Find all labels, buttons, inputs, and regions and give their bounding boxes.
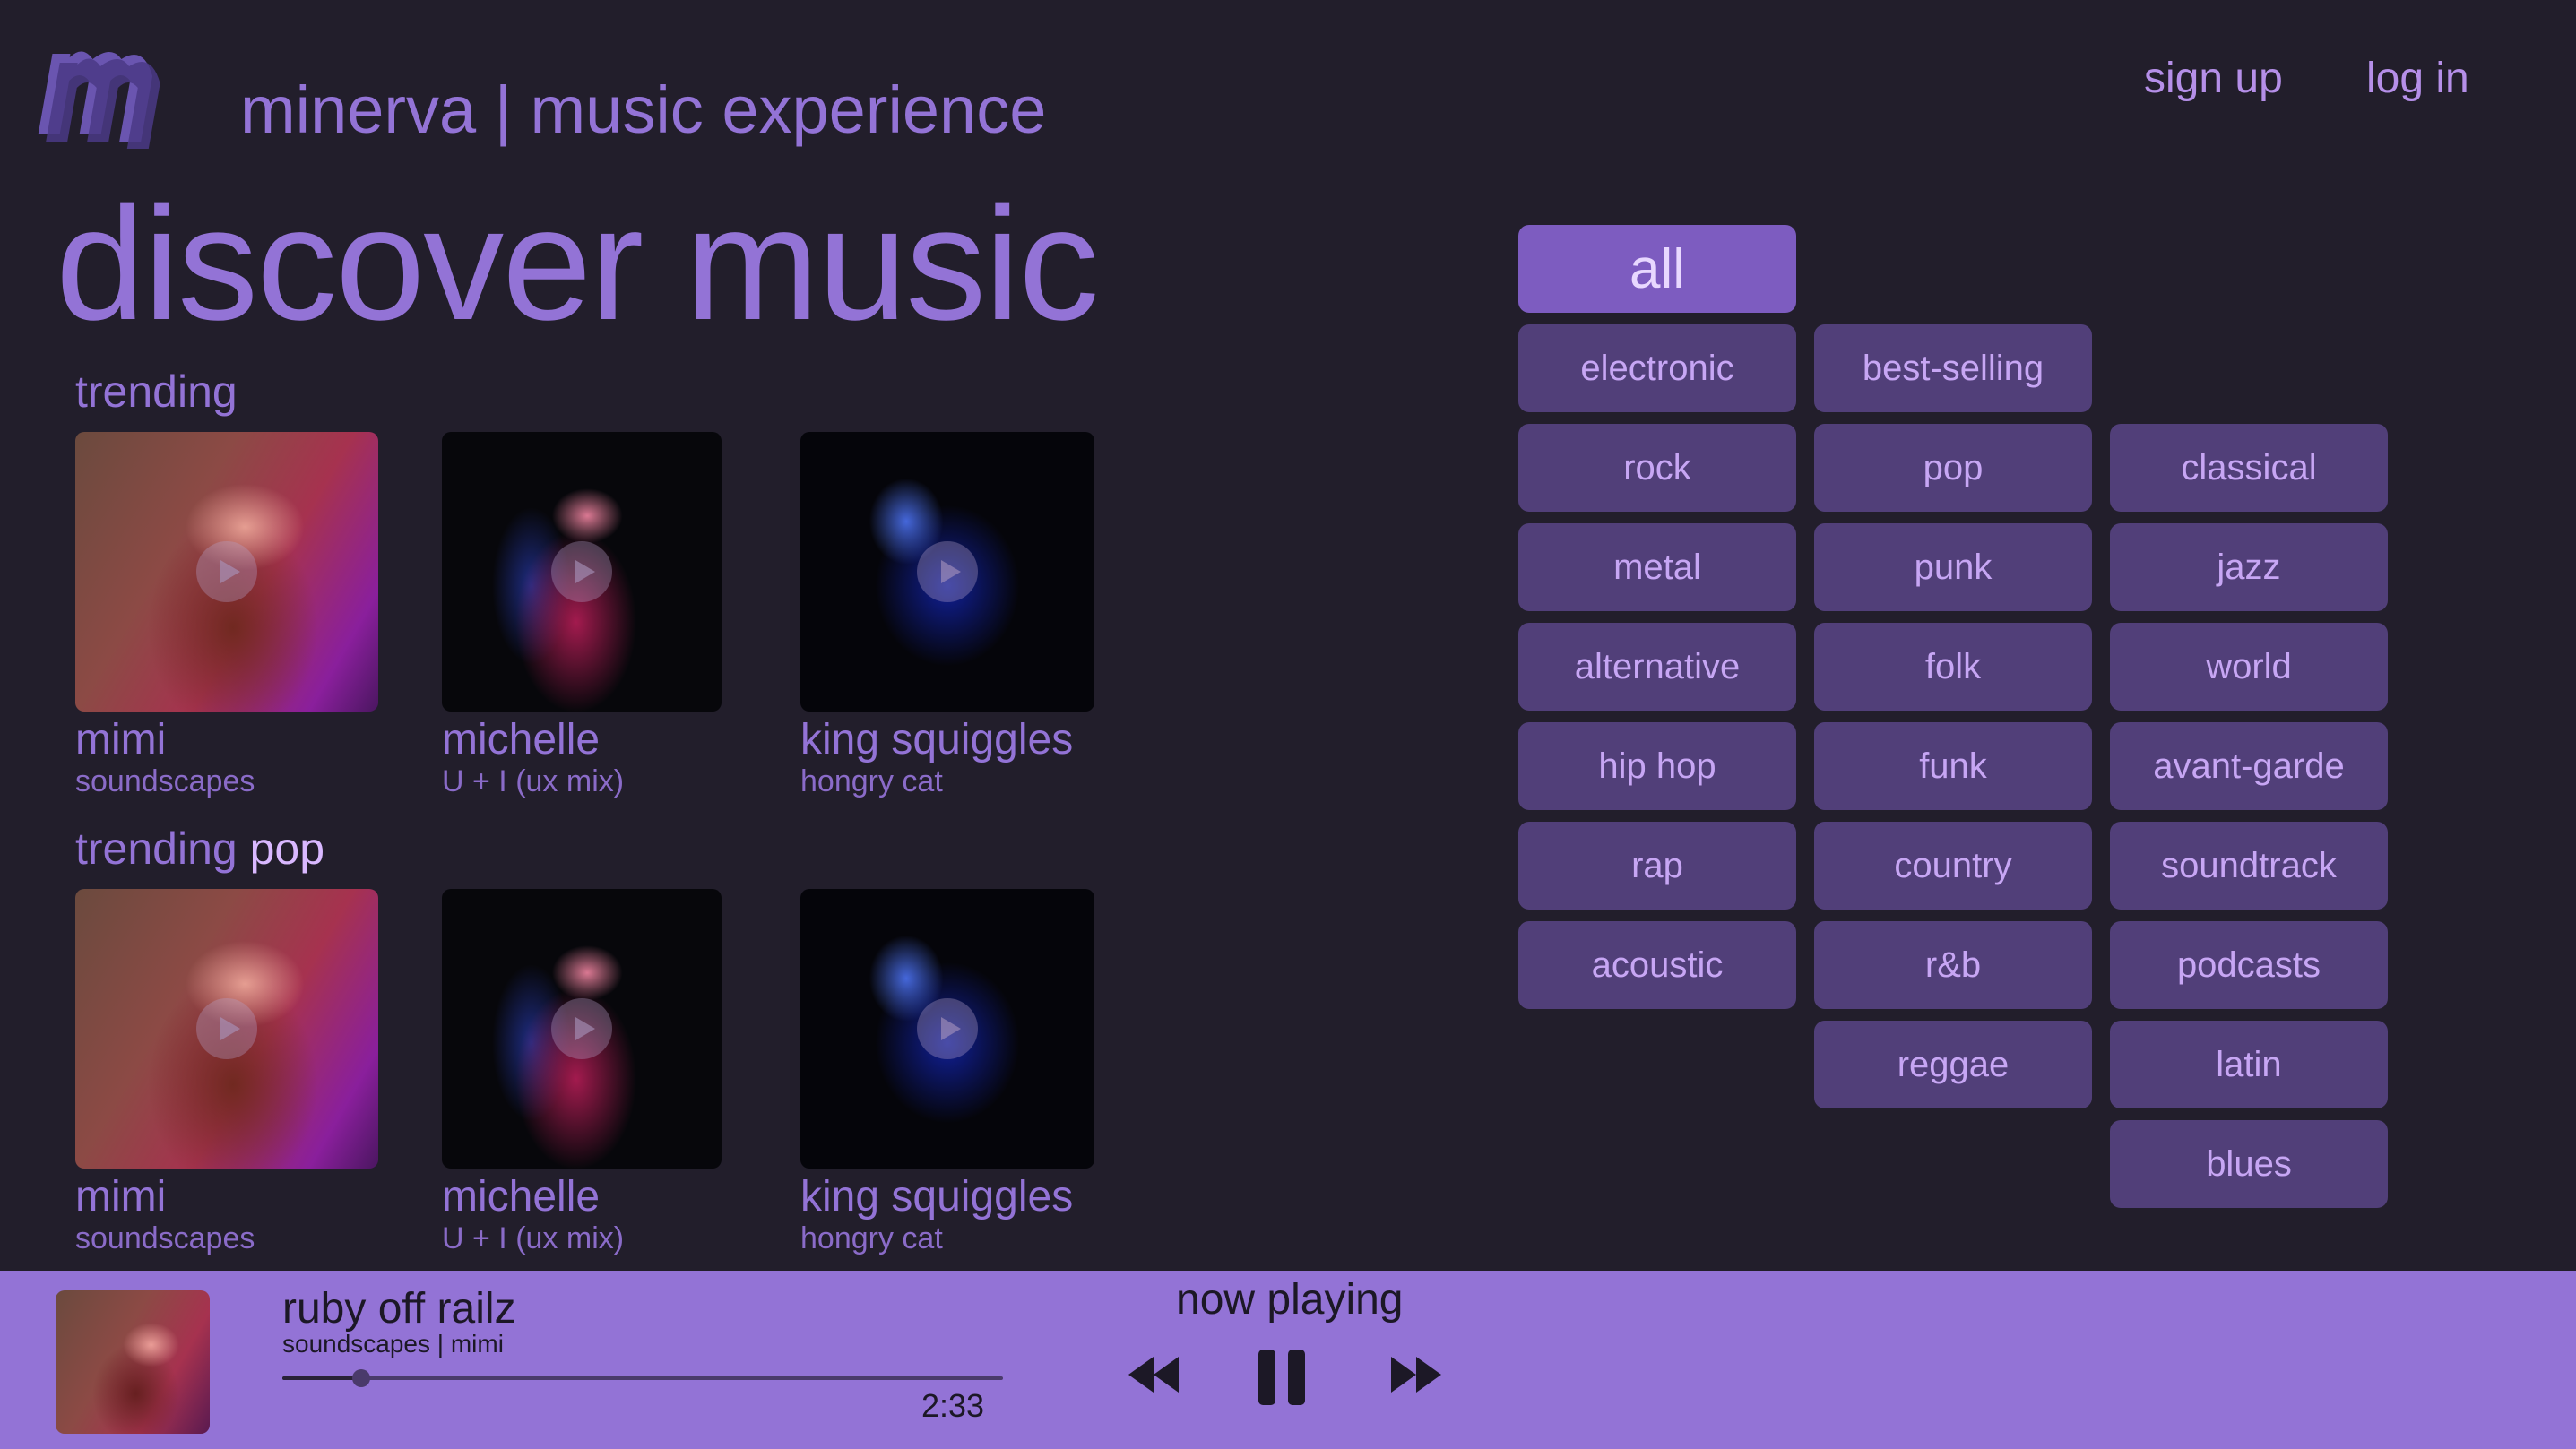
play-icon[interactable]: [196, 998, 257, 1059]
pause-icon[interactable]: [1257, 1348, 1307, 1407]
genre-button[interactable]: funk: [1814, 722, 2092, 810]
genre-button[interactable]: reggae: [1814, 1021, 2092, 1108]
album-card[interactable]: king squiggles hongry cat: [800, 432, 1105, 799]
album-card[interactable]: michelle U + I (ux mix): [442, 889, 747, 1256]
genre-button[interactable]: alternative: [1518, 623, 1796, 711]
genre-button[interactable]: blues: [2110, 1120, 2388, 1208]
card-artist: king squiggles: [800, 1173, 1074, 1220]
now-playing-cover[interactable]: [56, 1290, 210, 1434]
page: minerva | music experience sign up log i…: [0, 0, 2576, 1449]
play-icon[interactable]: [196, 541, 257, 602]
section-label-accent: pop: [249, 824, 325, 874]
genre-button[interactable]: avant-garde: [2110, 722, 2388, 810]
play-icon[interactable]: [551, 541, 612, 602]
genre-button[interactable]: rap: [1518, 822, 1796, 910]
genre-button[interactable]: hip hop: [1518, 722, 1796, 810]
fast-forward-icon[interactable]: [1387, 1353, 1445, 1396]
album-card[interactable]: mimi soundscapes: [75, 889, 380, 1256]
section-label: trending: [75, 824, 238, 874]
genre-button[interactable]: jazz: [2110, 523, 2388, 611]
genre-button[interactable]: country: [1814, 822, 2092, 910]
player-bar: ruby off railz soundscapes | mimi 2:33 n…: [0, 1271, 2576, 1449]
album-card[interactable]: king squiggles hongry cat: [800, 889, 1105, 1256]
genre-button[interactable]: best-selling: [1814, 324, 2092, 412]
log-in-link[interactable]: log in: [2366, 54, 2469, 103]
genre-button[interactable]: world: [2110, 623, 2388, 711]
rewind-icon[interactable]: [1125, 1353, 1182, 1396]
genre-button[interactable]: podcasts: [2110, 921, 2388, 1009]
card-artist: mimi: [75, 716, 167, 763]
card-artist: michelle: [442, 716, 601, 763]
brand-title: minerva | music experience: [240, 73, 1047, 147]
page-title: discover music: [56, 174, 1099, 354]
album-card[interactable]: michelle U + I (ux mix): [442, 432, 747, 799]
section-label: trending: [75, 367, 238, 417]
album-cover[interactable]: [75, 889, 378, 1169]
genre-button[interactable]: rock: [1518, 424, 1796, 512]
track-title: ruby off railz: [282, 1285, 516, 1333]
genre-button[interactable]: r&b: [1814, 921, 2092, 1009]
play-icon[interactable]: [917, 541, 978, 602]
minerva-logo-icon[interactable]: [38, 36, 190, 170]
album-card[interactable]: mimi soundscapes: [75, 432, 380, 799]
genre-button[interactable]: pop: [1814, 424, 2092, 512]
album-cover[interactable]: [75, 432, 378, 712]
card-track: hongry cat: [800, 1221, 943, 1255]
card-track: soundscapes: [75, 1221, 255, 1255]
now-playing-label: now playing: [1176, 1276, 1404, 1324]
play-icon[interactable]: [917, 998, 978, 1059]
card-artist: michelle: [442, 1173, 601, 1220]
card-track: soundscapes: [75, 764, 255, 798]
album-cover[interactable]: [442, 889, 722, 1169]
progress-knob[interactable]: [352, 1369, 371, 1387]
album-cover[interactable]: [800, 432, 1094, 712]
genre-button-all[interactable]: all: [1518, 225, 1796, 313]
genre-button[interactable]: soundtrack: [2110, 822, 2388, 910]
genre-button[interactable]: acoustic: [1518, 921, 1796, 1009]
genre-button[interactable]: classical: [2110, 424, 2388, 512]
track-time: 2:33: [921, 1387, 985, 1424]
card-artist: mimi: [75, 1173, 167, 1220]
card-track: U + I (ux mix): [442, 764, 625, 798]
play-icon[interactable]: [551, 998, 612, 1059]
progress-fill: [282, 1376, 362, 1380]
track-subtitle: soundscapes | mimi: [282, 1330, 504, 1358]
section-title-trending-pop: trending pop: [75, 823, 324, 875]
progress-bar[interactable]: [282, 1369, 1003, 1387]
album-cover[interactable]: [800, 889, 1094, 1169]
genre-button[interactable]: metal: [1518, 523, 1796, 611]
album-cover[interactable]: [442, 432, 722, 712]
genre-button[interactable]: punk: [1814, 523, 2092, 611]
card-track: hongry cat: [800, 764, 943, 798]
genre-button[interactable]: latin: [2110, 1021, 2388, 1108]
card-track: U + I (ux mix): [442, 1221, 625, 1255]
section-title-trending: trending: [75, 366, 238, 418]
sign-up-link[interactable]: sign up: [2144, 54, 2283, 103]
genre-button[interactable]: folk: [1814, 623, 2092, 711]
card-artist: king squiggles: [800, 716, 1074, 763]
genre-button[interactable]: electronic: [1518, 324, 1796, 412]
